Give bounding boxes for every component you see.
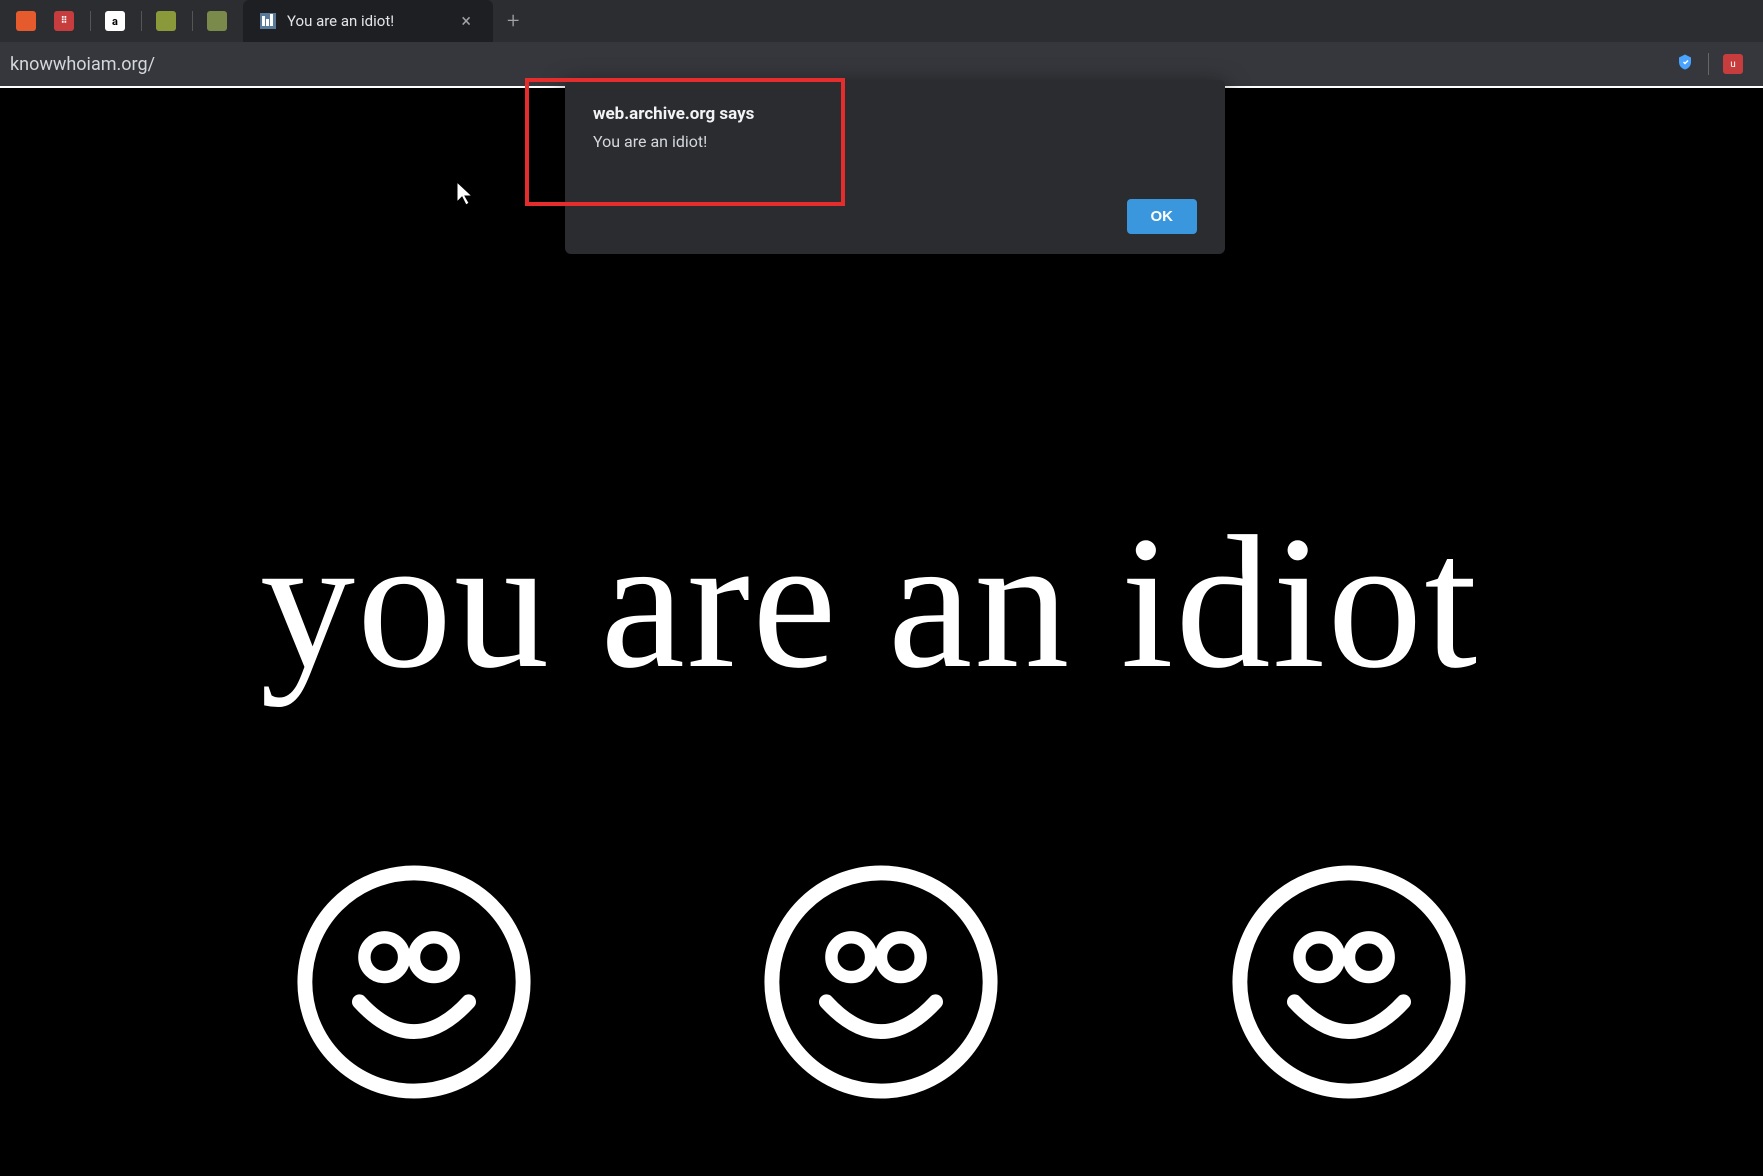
alert-actions: OK: [593, 199, 1197, 234]
url-input[interactable]: knowwhoiam.org/: [10, 54, 1676, 75]
tab-divider: [141, 11, 142, 31]
browser-tab-bar: ⠿ a You are an idiot! × +: [0, 0, 1763, 42]
smiley-face-icon: [1225, 858, 1473, 1106]
alert-title: web.archive.org says: [593, 104, 1197, 124]
wiki-icon: [156, 11, 176, 31]
tab-close-button[interactable]: ×: [455, 9, 477, 34]
tab-divider: [90, 11, 91, 31]
alert-ok-button[interactable]: OK: [1127, 199, 1198, 234]
tab-divider: [192, 11, 193, 31]
grid-icon: ⠿: [54, 11, 74, 31]
wiki2-icon: [207, 11, 227, 31]
main-text: you are an idiot: [260, 508, 1479, 698]
pinned-tab-2[interactable]: a: [97, 6, 133, 36]
smiley-face-icon: [290, 858, 538, 1106]
javascript-alert-dialog: web.archive.org says You are an idiot! O…: [565, 80, 1225, 254]
shield-icon[interactable]: [1676, 53, 1694, 76]
active-tab[interactable]: You are an idiot! ×: [243, 0, 493, 42]
pinned-tab-3[interactable]: [148, 6, 184, 36]
pinned-tab-0[interactable]: [8, 6, 44, 36]
extension-badge-icon[interactable]: u: [1723, 54, 1743, 74]
alert-message: You are an idiot!: [593, 132, 1197, 151]
addr-divider: [1708, 53, 1709, 75]
pinned-tab-4[interactable]: [199, 6, 235, 36]
tab-title: You are an idiot!: [287, 12, 445, 30]
new-tab-button[interactable]: +: [507, 9, 519, 34]
page-favicon-icon: [259, 12, 277, 30]
smiley-row: [0, 858, 1763, 1106]
address-bar-actions: u: [1676, 53, 1753, 76]
smiley-face-icon: [757, 858, 1005, 1106]
pinned-tab-1[interactable]: ⠿: [46, 6, 82, 36]
amazon-icon: a: [105, 11, 125, 31]
chart-icon: [16, 11, 36, 31]
